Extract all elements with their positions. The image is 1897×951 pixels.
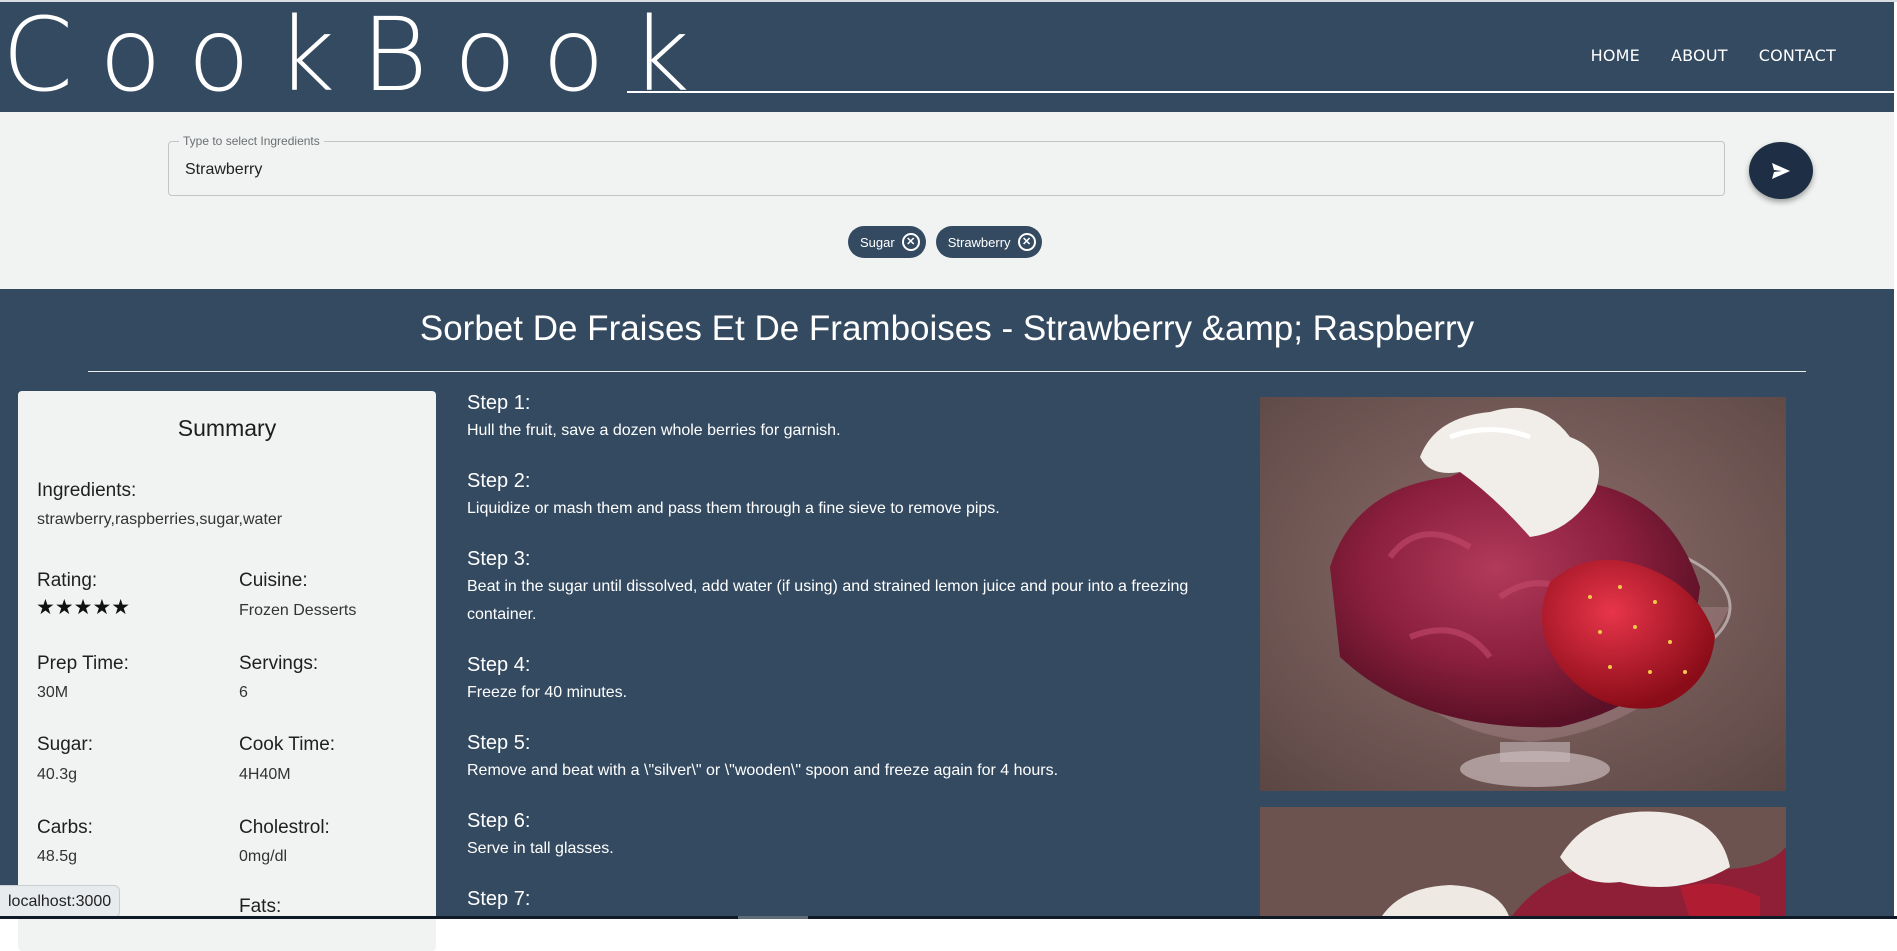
- ingredient-field: Type to select Ingredients: [168, 134, 1725, 197]
- cuisine-value: Frozen Desserts: [239, 602, 357, 619]
- header-divider: [627, 91, 1894, 93]
- step-heading: Step 5:: [467, 732, 531, 754]
- step-heading: Step 6:: [467, 810, 531, 832]
- search-submit-button[interactable]: [1749, 142, 1813, 199]
- ingredient-chip-label: Sugar: [860, 234, 895, 250]
- cholesterol-value: 0mg/dl: [239, 848, 288, 865]
- remove-chip-icon[interactable]: ✕: [901, 233, 920, 251]
- step-item: Step 3: Beat in the sugar until dissolve…: [467, 547, 1247, 629]
- main-nav: HOME ABOUT CONTACT: [1591, 46, 1836, 65]
- step-item: Step 4: Freeze for 40 minutes.: [467, 653, 1247, 707]
- recipe-section: Sorbet De Fraises Et De Framboises - Str…: [0, 289, 1894, 951]
- step-item: Step 6: Serve in tall glasses.: [467, 809, 1247, 863]
- sugar-label: Sugar:: [37, 734, 93, 755]
- recipe-photo-secondary: [1260, 807, 1786, 919]
- steps-list: Step 1: Hull the fruit, save a dozen who…: [467, 391, 1247, 935]
- title-divider: [88, 371, 1806, 372]
- recipe-photo: [1260, 397, 1786, 791]
- send-icon: [1772, 162, 1790, 179]
- ingredient-chip-label: Strawberry: [947, 234, 1011, 250]
- step-item: Step 5: Remove and beat with a \"silver\…: [467, 731, 1247, 785]
- rating-label: Rating:: [37, 570, 98, 591]
- servings-value: 6: [239, 684, 248, 701]
- ingredient-chip[interactable]: Sugar ✕: [848, 226, 926, 258]
- servings-label: Servings:: [239, 653, 319, 674]
- ingredient-search-input[interactable]: [183, 142, 1687, 197]
- site-header: CookBook HOME ABOUT CONTACT: [0, 2, 1894, 112]
- fats-label: Fats:: [239, 896, 282, 917]
- ingredient-chip[interactable]: Strawberry ✕: [935, 226, 1042, 258]
- step-heading: Step 7:: [467, 888, 531, 910]
- step-text: Beat in the sugar until dissolved, add w…: [467, 578, 1189, 623]
- carbs-label: Carbs:: [37, 817, 93, 838]
- cholesterol-label: Cholestrol:: [239, 817, 330, 838]
- prep-time-label: Prep Time:: [37, 653, 129, 674]
- step-text: Liquidize or mash them and pass them thr…: [467, 500, 1000, 517]
- step-heading: Step 1:: [467, 392, 531, 414]
- step-text: Remove and beat with a \"silver\" or \"w…: [467, 762, 1059, 779]
- summary-card: Summary Ingredients: strawberry,raspberr…: [18, 391, 436, 951]
- step-heading: Step 4:: [467, 654, 531, 676]
- step-heading: Step 3:: [467, 548, 531, 570]
- cuisine-label: Cuisine:: [239, 570, 308, 591]
- nav-contact-link[interactable]: CONTACT: [1759, 46, 1836, 65]
- selected-ingredients: Sugar ✕ Strawberry ✕: [848, 226, 1042, 258]
- status-url-tooltip: localhost:3000: [0, 885, 121, 918]
- summary-heading: Summary: [177, 415, 277, 441]
- step-text: Freeze for 40 minutes.: [467, 684, 628, 701]
- rating-stars: ★★★★★: [36, 596, 131, 619]
- carbs-value: 48.5g: [37, 848, 78, 865]
- ingredients-label: Ingredients:: [37, 480, 137, 501]
- prep-time-value: 30M: [37, 684, 69, 701]
- nav-about-link[interactable]: ABOUT: [1671, 46, 1728, 65]
- ingredients-value: strawberry,raspberries,sugar,water: [37, 511, 283, 528]
- remove-chip-icon[interactable]: ✕: [1017, 233, 1036, 251]
- step-text: Hull the fruit, save a dozen whole berri…: [467, 422, 841, 439]
- nav-home-link[interactable]: HOME: [1591, 46, 1640, 65]
- step-item: Step 1: Hull the fruit, save a dozen who…: [467, 391, 1247, 445]
- cook-time-label: Cook Time:: [239, 734, 336, 755]
- cookbook-logo[interactable]: CookBook: [2, 5, 716, 107]
- step-item: Step 2: Liquidize or mash them and pass …: [467, 469, 1247, 523]
- step-heading: Step 2:: [467, 470, 531, 492]
- ingredient-search-section: Type to select Ingredients Sugar ✕ Straw…: [0, 112, 1894, 289]
- step-item: Step 7:: [467, 887, 1247, 911]
- cook-time-value: 4H40M: [239, 766, 291, 783]
- sugar-value: 40.3g: [37, 766, 78, 783]
- recipe-title: Sorbet De Fraises Et De Framboises - Str…: [419, 309, 1475, 348]
- step-text: Serve in tall glasses.: [467, 840, 614, 857]
